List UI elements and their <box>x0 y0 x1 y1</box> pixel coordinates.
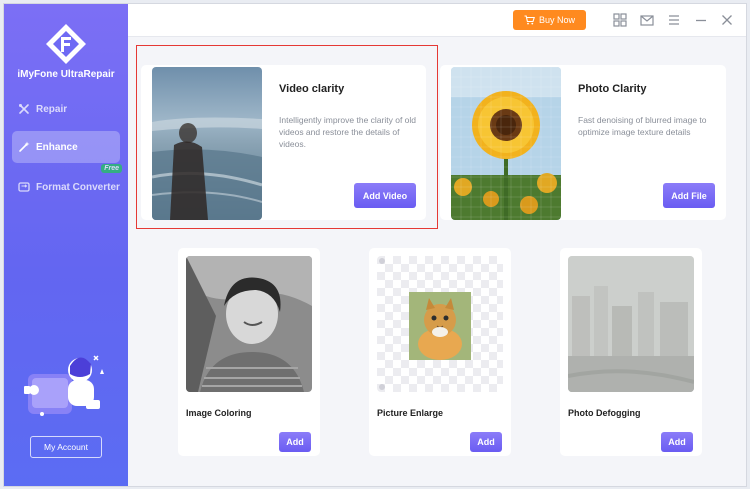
add-video-button[interactable]: Add Video <box>354 183 416 208</box>
app-name: iMyFone UltraRepair <box>17 69 115 80</box>
video-clarity-card: Video clarity Intelligently improve the … <box>141 65 426 220</box>
add-file-button[interactable]: Add File <box>663 183 715 208</box>
sidebar: iMyFone UltraRepair Repair Enhance Forma… <box>4 4 128 486</box>
magic-wand-icon <box>19 141 30 152</box>
picture-enlarge-title: Picture Enlarge <box>377 408 444 418</box>
video-clarity-title: Video clarity <box>279 83 345 95</box>
photo-defogging-title: Photo Defogging <box>568 408 641 418</box>
minimize-icon[interactable] <box>694 13 708 27</box>
sidebar-item-label: Enhance <box>36 141 78 153</box>
grid-icon[interactable] <box>613 13 627 27</box>
title-bar: Buy Now <box>128 4 746 37</box>
mail-icon[interactable] <box>640 13 654 27</box>
buy-now-button[interactable]: Buy Now <box>513 10 586 30</box>
photo-defogging-thumbnail <box>568 256 694 392</box>
picture-enlarge-card: Picture Enlarge Add <box>369 248 511 456</box>
my-account-button[interactable]: My Account <box>30 436 102 458</box>
cart-icon <box>524 15 535 25</box>
sidebar-item-enhance[interactable]: Enhance <box>12 131 120 163</box>
photo-defogging-card: Photo Defogging Add <box>560 248 702 456</box>
image-coloring-thumbnail <box>186 256 312 392</box>
picture-enlarge-thumbnail <box>377 256 503 392</box>
app-window: iMyFone UltraRepair Repair Enhance Forma… <box>3 3 747 487</box>
add-defog-button[interactable]: Add <box>661 432 693 452</box>
free-badge: Free <box>101 164 122 173</box>
sidebar-item-label: Format Converter <box>36 181 120 193</box>
sidebar-item-repair[interactable]: Repair <box>12 93 120 125</box>
sidebar-item-label: Repair <box>36 103 68 115</box>
app-logo-icon <box>46 24 86 64</box>
image-coloring-title: Image Coloring <box>186 408 252 418</box>
add-enlarge-button[interactable]: Add <box>470 432 502 452</box>
repair-tools-icon <box>19 104 29 114</box>
photo-clarity-card: Photo Clarity Fast denoising of blurred … <box>440 65 726 220</box>
add-coloring-button[interactable]: Add <box>279 432 311 452</box>
sidebar-item-format-converter[interactable]: Format Converter Free <box>12 164 122 203</box>
photo-clarity-thumbnail <box>451 67 561 220</box>
image-coloring-card: Image Coloring Add <box>178 248 320 456</box>
convert-icon <box>18 182 30 192</box>
photo-clarity-description: Fast denoising of blurred image to optim… <box>578 115 707 137</box>
close-icon[interactable] <box>720 13 734 27</box>
buy-now-label: Buy Now <box>538 15 575 25</box>
video-clarity-description: Intelligently improve the clarity of old… <box>279 115 417 149</box>
photo-clarity-title: Photo Clarity <box>578 83 647 95</box>
account-illustration <box>24 355 104 416</box>
menu-icon[interactable] <box>667 13 681 27</box>
video-clarity-thumbnail <box>152 67 262 220</box>
